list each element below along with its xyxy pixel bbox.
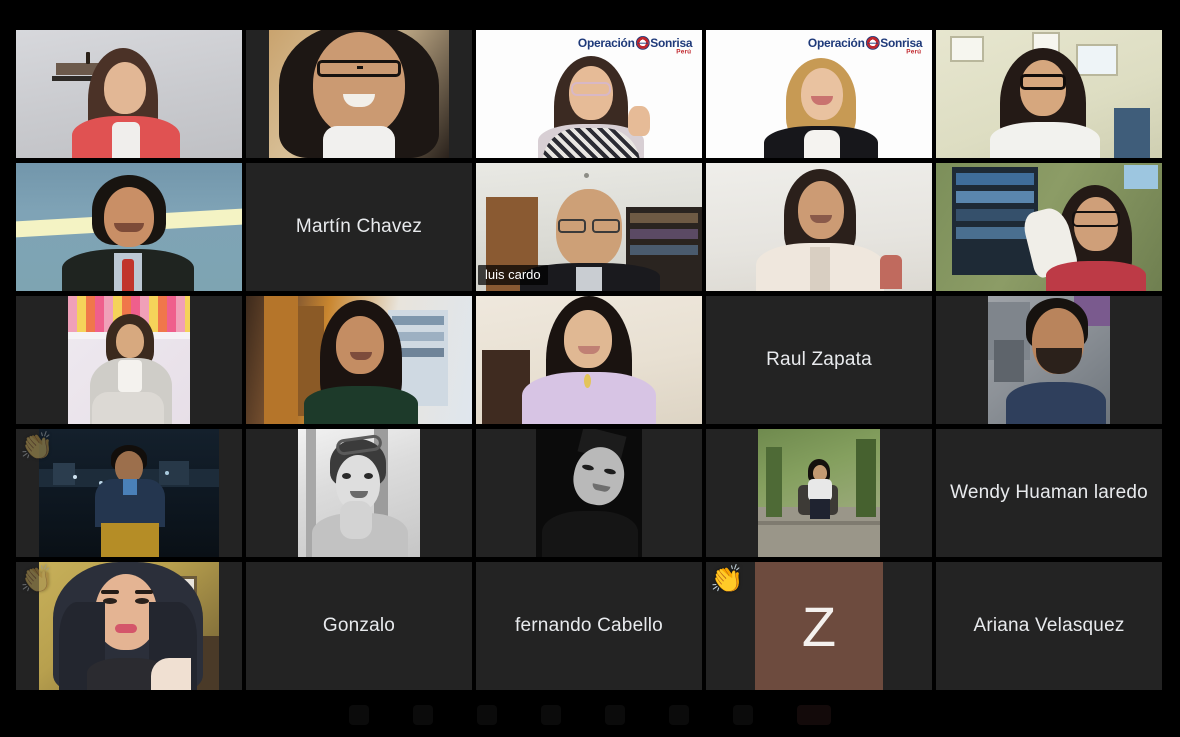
meeting-toolbar[interactable] [0, 692, 1180, 737]
participant-tile[interactable] [936, 30, 1162, 158]
participant-tile[interactable] [476, 296, 702, 424]
reactions-icon[interactable] [541, 704, 561, 725]
participant-name-placeholder: Raul Zapata [706, 296, 932, 424]
profile-photo [39, 429, 219, 557]
participant-tile[interactable]: Wendy Huaman laredo [936, 429, 1162, 557]
participant-tile[interactable] [706, 163, 932, 291]
participant-name: Martín Chavez [295, 216, 423, 237]
video-feed [936, 163, 1162, 291]
participant-tile[interactable]: Raul Zapata [706, 296, 932, 424]
clapping-hands-reaction: 👏 [20, 431, 54, 461]
participant-tile[interactable]: Ariana Velasquez [936, 562, 1162, 690]
participant-tile[interactable] [706, 429, 932, 557]
participant-name: Ariana Velasquez [973, 615, 1125, 636]
participant-name-placeholder: Martín Chavez [246, 163, 472, 291]
more-options-icon[interactable] [733, 704, 753, 725]
participant-tile[interactable] [936, 296, 1162, 424]
participant-tile[interactable] [16, 296, 242, 424]
participants-icon[interactable] [605, 704, 625, 725]
video-feed [16, 30, 242, 158]
video-feed [936, 30, 1162, 158]
participant-tile[interactable] [16, 30, 242, 158]
participant-name-placeholder: Gonzalo [246, 562, 472, 690]
participant-tile[interactable] [246, 429, 472, 557]
participant-tile[interactable]: Operación Sonrisa Perú [706, 30, 932, 158]
logo-country-peru: Perú [906, 48, 922, 56]
operacion-sonrisa-logo: Operación Sonrisa Perú [577, 36, 692, 55]
participant-tile[interactable]: 👏 [16, 562, 242, 690]
chat-icon[interactable] [669, 704, 689, 725]
video-feed [246, 296, 472, 424]
video-feed [16, 163, 242, 291]
microphone-icon[interactable] [349, 704, 369, 725]
participant-tile[interactable]: Gonzalo [246, 562, 472, 690]
logo-word-sonrisa: Sonrisa [650, 36, 692, 50]
participant-tile[interactable]: 👏 [16, 429, 242, 557]
participant-name: Raul Zapata [766, 349, 872, 370]
participant-name: fernando Cabello [515, 615, 663, 636]
profile-photo [758, 429, 880, 557]
participant-tile[interactable] [476, 429, 702, 557]
profile-photo [536, 429, 642, 557]
participant-name-placeholder: Wendy Huaman laredo [936, 429, 1162, 557]
clapping-hands-reaction: 👏 [20, 564, 54, 594]
participant-tile[interactable] [246, 30, 472, 158]
camera-icon[interactable] [413, 704, 433, 725]
participant-tile[interactable]: fernando Cabello [476, 562, 702, 690]
video-feed [476, 296, 702, 424]
logo-word-operacion: Operación [807, 36, 865, 50]
participant-name-placeholder: fernando Cabello [476, 562, 702, 690]
video-feed [706, 163, 932, 291]
participant-grid: Operación Sonrisa Perú Operación Sonrisa… [16, 30, 1162, 690]
participant-name: Gonzalo [322, 615, 396, 636]
profile-photo [298, 429, 420, 557]
initial-avatar: Z [755, 562, 883, 690]
end-call-button[interactable] [797, 704, 831, 725]
participant-tile[interactable] [936, 163, 1162, 291]
participant-tile[interactable] [246, 296, 472, 424]
participant-name-placeholder: Ariana Velasquez [936, 562, 1162, 690]
meeting-window: Operación Sonrisa Perú Operación Sonrisa… [0, 0, 1180, 737]
logo-word-sonrisa: Sonrisa [880, 36, 922, 50]
participant-tile-active-speaker[interactable]: luis cardo [476, 163, 702, 291]
participant-name: Wendy Huaman laredo [950, 482, 1148, 503]
profile-photo [269, 30, 449, 158]
logo-country-peru: Perú [676, 48, 692, 56]
participant-tile[interactable]: Martín Chavez [246, 163, 472, 291]
profile-photo [39, 562, 219, 690]
logo-word-operacion: Operación [577, 36, 635, 50]
profile-photo [988, 296, 1110, 424]
globe-icon [865, 36, 880, 50]
participant-tile[interactable]: Operación Sonrisa Perú [476, 30, 702, 158]
participant-tile[interactable] [16, 163, 242, 291]
participant-name-badge: luis cardo [478, 265, 548, 285]
profile-photo [68, 296, 190, 424]
globe-icon [635, 36, 650, 50]
participant-tile[interactable]: 👏 Z [706, 562, 932, 690]
operacion-sonrisa-logo: Operación Sonrisa Perú [807, 36, 922, 55]
share-screen-icon[interactable] [477, 704, 497, 725]
clapping-hands-reaction: 👏 [710, 564, 744, 594]
